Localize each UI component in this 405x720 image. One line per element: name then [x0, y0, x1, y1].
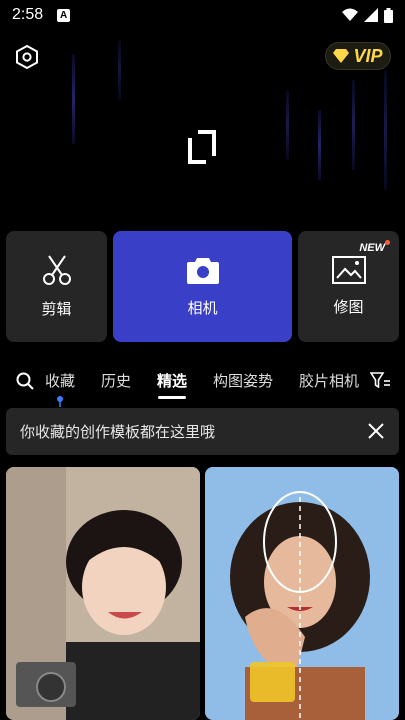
location-pin-icon	[57, 396, 63, 407]
tab-history[interactable]: 历史	[101, 370, 131, 391]
portrait-photo	[6, 467, 200, 720]
vip-button[interactable]: VIP	[325, 42, 391, 70]
template-grid	[6, 467, 399, 720]
close-icon[interactable]	[365, 420, 387, 442]
template-card-portrait-camera[interactable]	[6, 467, 200, 720]
scissors-icon	[42, 255, 71, 285]
status-bar: 2:58 A	[0, 0, 405, 30]
tab-composition-pose[interactable]: 构图姿势	[213, 370, 273, 391]
template-card-composition-pose[interactable]	[205, 467, 399, 720]
settings-hexagon-icon[interactable]	[14, 44, 40, 70]
filter-icon[interactable]	[370, 372, 390, 388]
edit-button[interactable]: 剪辑	[6, 231, 107, 342]
new-dot	[385, 240, 390, 245]
signal-icon	[364, 8, 378, 22]
banner-text: 你收藏的创作模板都在这里哦	[20, 423, 216, 441]
camera-button[interactable]: 相机	[113, 231, 292, 342]
camera-icon	[186, 258, 219, 284]
tab-active-indicator	[158, 396, 186, 399]
vip-label: VIP	[353, 45, 383, 66]
tab-bar: 收藏 历史 精选 构图姿势 胶片相机	[0, 360, 405, 407]
tab-favorites[interactable]: 收藏	[45, 370, 75, 391]
new-badge: NEW	[359, 242, 385, 254]
retouch-label: 修图	[333, 298, 364, 316]
search-icon[interactable]	[16, 372, 34, 390]
edit-label: 剪辑	[41, 300, 72, 318]
pose-photo	[205, 467, 399, 720]
camera-label: 相机	[187, 299, 218, 317]
wifi-icon	[342, 8, 358, 21]
notification-a-icon: A	[57, 8, 71, 22]
app-logo-icon	[188, 130, 216, 164]
tab-featured[interactable]: 精选	[157, 370, 187, 391]
tab-film-camera[interactable]: 胶片相机	[299, 370, 359, 391]
retouch-button[interactable]: NEW 修图	[298, 231, 399, 342]
battery-icon	[384, 7, 393, 23]
hero-banner: VIP	[0, 30, 405, 230]
status-time: 2:58	[12, 6, 44, 23]
action-cards: 剪辑 相机 NEW 修图	[6, 231, 399, 342]
diamond-icon	[333, 49, 350, 63]
image-edit-icon	[331, 256, 366, 284]
status-icons	[342, 7, 393, 23]
favorites-tip-banner: 你收藏的创作模板都在这里哦	[6, 408, 399, 455]
